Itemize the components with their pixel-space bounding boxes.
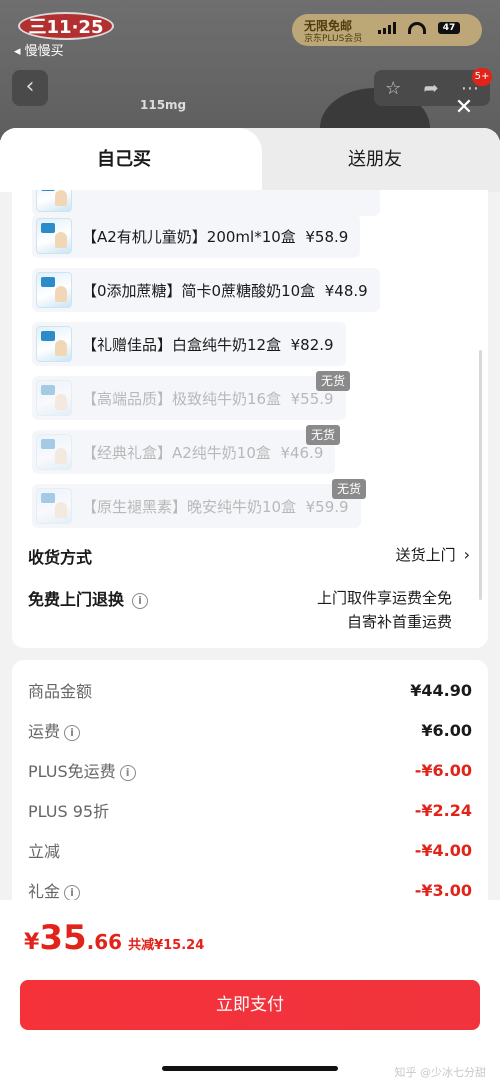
wifi-icon bbox=[408, 22, 426, 34]
brand-logo: 三11·25 bbox=[18, 12, 114, 40]
info-icon[interactable]: i bbox=[64, 725, 81, 741]
pay-now-button[interactable]: 立即支付 bbox=[20, 980, 480, 1030]
option-item[interactable]: 【0添加蔗糖】简卡0蔗糖酸奶10盒 ¥48.9 bbox=[32, 268, 380, 312]
option-thumbnail bbox=[36, 190, 72, 212]
share-icon[interactable]: ➦ bbox=[424, 78, 439, 99]
option-thumbnail bbox=[36, 326, 72, 362]
option-item[interactable]: 【A2有机儿童奶】200ml*10盒 ¥58.9 bbox=[32, 214, 361, 258]
watermark: 知乎 @少冰七分甜 bbox=[394, 1066, 487, 1079]
option-thumbnail bbox=[36, 218, 72, 254]
info-icon[interactable]: i bbox=[64, 885, 81, 901]
option-label: 【A2有机儿童奶】200ml*10盒 ¥58.9 bbox=[82, 227, 349, 246]
fee-label: 运费 i bbox=[28, 718, 81, 742]
chevron-right-icon: › bbox=[463, 545, 470, 564]
delivery-method-value: 送货上门 bbox=[395, 546, 456, 564]
close-icon[interactable]: ✕ bbox=[452, 96, 476, 120]
info-icon[interactable]: i bbox=[132, 593, 149, 609]
currency-symbol: ¥ bbox=[24, 930, 40, 955]
option-item-out-of-stock[interactable]: 【经典礼盒】A2纯牛奶10盒 ¥46.9 bbox=[32, 430, 336, 474]
tab-gift-friend[interactable]: 送朋友 bbox=[230, 128, 500, 192]
fee-value: ¥44.90 bbox=[410, 680, 472, 700]
fee-label: 立减 bbox=[28, 842, 61, 861]
fee-value: -¥2.24 bbox=[414, 800, 472, 820]
fee-row-gift-money: 礼金 i -¥3.00 bbox=[28, 878, 472, 902]
purchase-tabs: 送朋友 自己买 bbox=[0, 128, 500, 192]
back-button[interactable]: ‹ bbox=[12, 70, 48, 106]
option-thumbnail bbox=[36, 434, 72, 470]
scrollbar[interactable] bbox=[479, 350, 482, 600]
option-thumbnail bbox=[36, 380, 72, 416]
option-label: 【经典礼盒】A2纯牛奶10盒 ¥46.9 bbox=[82, 443, 324, 462]
promo-subtitle: 京东PLUS会员 bbox=[304, 34, 363, 44]
option-thumbnail bbox=[36, 272, 72, 308]
option-label: 【原生褪黑素】晚安纯牛奶10盒 ¥59.9 bbox=[82, 497, 349, 516]
total-decimal: .66 bbox=[86, 930, 123, 954]
free-return-label: 免费上门退换 i bbox=[28, 586, 149, 610]
total-price: ¥35.66 共减¥15.24 bbox=[24, 918, 204, 958]
free-return-line-2: 自寄补首重运费 bbox=[346, 613, 452, 631]
out-of-stock-badge: 无货 bbox=[332, 479, 367, 499]
option-label: 【0添加蔗糖】简卡0蔗糖酸奶10盒 ¥48.9 bbox=[82, 281, 368, 300]
fee-label: 礼金 i bbox=[28, 878, 81, 902]
purchase-sheet: 送朋友 自己买 【A2有机儿童奶】200ml*10盒 ¥58.9 【0添加蔗糖】… bbox=[0, 128, 500, 1082]
delivery-method-label: 收货方式 bbox=[28, 548, 93, 567]
out-of-stock-badge: 无货 bbox=[306, 425, 341, 445]
star-icon[interactable]: ☆ bbox=[385, 78, 401, 99]
option-item[interactable]: 【礼赠佳品】白盒纯牛奶12盒 ¥82.9 bbox=[32, 322, 346, 366]
option-item-out-of-stock[interactable]: 【高端品质】极致纯牛奶16盒 ¥55.9 bbox=[32, 376, 346, 420]
cart-badge: 5+ bbox=[472, 68, 492, 86]
fee-row-shipping: 运费 i ¥6.00 bbox=[28, 718, 472, 742]
option-label: 【礼赠佳品】白盒纯牛奶12盒 ¥82.9 bbox=[82, 335, 334, 354]
fee-row-instant-reduction: 立减 -¥4.00 bbox=[28, 838, 472, 862]
cellular-signal-icon bbox=[378, 22, 396, 34]
status-bar: 47 bbox=[378, 22, 460, 34]
free-return-line-1: 上门取件享运费全免 bbox=[316, 589, 452, 607]
fee-value: -¥3.00 bbox=[414, 880, 472, 900]
total-savings: 共减¥15.24 bbox=[128, 938, 205, 953]
fee-label: 商品金额 bbox=[28, 682, 93, 701]
free-return-details: 上门取件享运费全免 自寄补首重运费 bbox=[317, 586, 452, 634]
fee-label: PLUS免运费 i bbox=[28, 758, 136, 782]
fee-row-plus-discount: PLUS 95折 -¥2.24 bbox=[28, 798, 472, 822]
home-indicator[interactable] bbox=[162, 1066, 338, 1071]
option-label: 【高端品质】极致纯牛奶16盒 ¥55.9 bbox=[82, 389, 334, 408]
fee-label: PLUS 95折 bbox=[28, 802, 110, 821]
out-of-stock-badge: 无货 bbox=[316, 371, 351, 391]
back-to-app-link[interactable]: ◂ 慢慢买 bbox=[14, 40, 64, 59]
delivery-method-selector[interactable]: 送货上门 › bbox=[396, 544, 470, 565]
option-thumbnail bbox=[36, 488, 72, 524]
price-breakdown-card: 商品金额 ¥44.90 运费 i ¥6.00 PLUS免运费 i -¥6.00 PL… bbox=[12, 660, 488, 920]
spec-card: 【A2有机儿童奶】200ml*10盒 ¥58.9 【0添加蔗糖】简卡0蔗糖酸奶1… bbox=[12, 190, 488, 648]
option-item-out-of-stock[interactable]: 【原生褪黑素】晚安纯牛奶10盒 ¥59.9 bbox=[32, 484, 361, 528]
info-icon[interactable]: i bbox=[119, 765, 136, 781]
battery-icon: 47 bbox=[438, 22, 460, 34]
background-page: 三11·25 ◂ 慢慢买 无限免邮 京东PLUS会员 47 ‹ 115mg ☆ … bbox=[0, 0, 500, 140]
product-image-label: 115mg bbox=[140, 98, 187, 112]
option-item-partial[interactable] bbox=[32, 190, 380, 216]
fee-value: -¥6.00 bbox=[414, 760, 472, 780]
tab-buy-self[interactable]: 自己买 bbox=[0, 128, 262, 192]
fee-row-goods: 商品金额 ¥44.90 bbox=[28, 678, 472, 702]
checkout-bar: ¥35.66 共减¥15.24 立即支付 知乎 @少冰七分甜 bbox=[0, 900, 500, 1082]
total-integer: 35 bbox=[39, 918, 87, 958]
fee-row-plus-free-shipping: PLUS免运费 i -¥6.00 bbox=[28, 758, 472, 782]
fee-value: ¥6.00 bbox=[421, 720, 472, 740]
fee-value: -¥4.00 bbox=[414, 840, 472, 860]
